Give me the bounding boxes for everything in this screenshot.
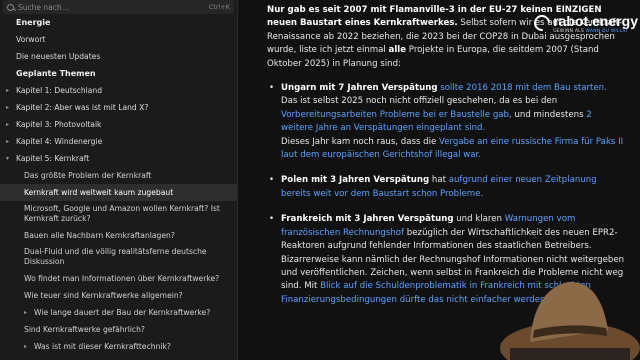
polen-heading: Polen mit 3 Jahren Verspätung <box>281 175 430 186</box>
polen-text: hat <box>429 175 449 186</box>
sidebar-item-wie-lange-dauert-der-bau-der-kernkraftwe[interactable]: ▸ Wie lange dauert der Bau der Kernkraftw… <box>0 304 237 321</box>
sidebar-item-das-größte-problem-der-kernkraft[interactable]: Das größte Problem der Kernkraft <box>0 167 237 184</box>
sidebar-item-label: Kapitel 5: Kernkraft <box>16 154 90 163</box>
ungarn-heading: Ungarn mit 7 Jahren Verspätung <box>281 83 438 94</box>
sidebar-item-sind-kernkraftwerke-gefährlich[interactable]: Sind Kernkraftwerke gefährlich? <box>0 321 237 338</box>
list-item-ungarn: Ungarn mit 7 Jahren Verspätung sollte 20… <box>267 82 626 162</box>
chevron-right-icon[interactable]: ▸ <box>6 87 16 94</box>
sidebar-item-kapitel-5-kernkraft[interactable]: ▾ Kapitel 5: Kernkraft <box>0 150 237 167</box>
sidebar-item-label: Wie teuer sind Kernkraftwerke allgemein? <box>24 291 183 300</box>
sidebar-item-kapitel-4-windenergie[interactable]: ▸ Kapitel 4: Windenergie <box>0 133 237 150</box>
sidebar-item-label: Das größte Problem der Kernkraft <box>24 171 152 180</box>
frankreich-text-1: und klaren <box>453 214 505 225</box>
intro-alle: alle <box>388 45 407 56</box>
sidebar: Suche nach... Ctrl+K Energie Vorwort Die n… <box>0 0 238 360</box>
sidebar-item-vorwort[interactable]: Vorwort <box>0 31 237 48</box>
sidebar-item-wie-teuer-sind-kernkraftwerke-allgemein[interactable]: Wie teuer sind Kernkraftwerke allgemein? <box>0 287 237 304</box>
search-icon <box>7 3 14 11</box>
sidebar-item-label: Wie lange dauert der Bau der Kernkraftwe… <box>34 308 211 317</box>
ungarn-text-2: und mindestens <box>511 109 587 120</box>
sidebar-item-label: Wo findet man Informationen über Kernkra… <box>24 274 220 283</box>
chevron-right-icon[interactable]: ▸ <box>24 309 34 316</box>
logo-tagline-a: GEWINN ALS <box>553 29 584 34</box>
sidebar-item-label: Kapitel 4: Windenergie <box>16 137 103 146</box>
logo-name: rabot.energy <box>553 13 638 29</box>
search-box[interactable]: Suche nach... Ctrl+K <box>3 0 234 14</box>
link-ungarn-baustart[interactable]: sollte 2016 2018 mit dem Bau starten. <box>437 83 607 93</box>
sidebar-item-kernkraft-wird-weltweit-kaum-zugebaut[interactable]: Kernkraft wird weltweit kaum zugebaut <box>0 184 237 201</box>
sidebar-item-label: Energie <box>16 18 51 27</box>
link-vorbereitungsarbeiten[interactable]: Vorbereitungsarbeiten Probleme bei er Ba… <box>281 110 512 120</box>
sidebar-item-bauen-alle-nachbarn-kernkraftanlagen[interactable]: Bauen alle Nachbarn Kernkraftanlagen? <box>0 227 237 244</box>
sidebar-item-label: Was ist mit dieser Kernkrafttechnik? <box>34 342 171 351</box>
sidebar-item-wo-findet-man-informationen-über-kernkra[interactable]: Wo findet man Informationen über Kernkra… <box>0 270 237 287</box>
sidebar-item-microsoft-google-und-amazon-wollen-kernk[interactable]: Microsoft, Google und Amazon wollen Kern… <box>0 201 237 227</box>
sidebar-item-kapitel-2-aber-was-ist-mit-land-x[interactable]: ▸ Kapitel 2: Aber was ist mit Land X? <box>0 99 237 116</box>
chevron-right-icon[interactable]: ▸ <box>24 343 34 350</box>
sidebar-item-label: Bauen alle Nachbarn Kernkraftanlagen? <box>24 231 175 240</box>
search-input[interactable]: Suche nach... <box>18 3 209 12</box>
sidebar-item-label: Dual-Fluid und die völlig realitätsferne… <box>24 247 207 266</box>
sidebar-nav: Energie Vorwort Die neuesten Updates Geplan… <box>0 14 237 355</box>
chevron-down-icon[interactable]: ▾ <box>6 155 16 162</box>
sidebar-item-dual-fluid-und-die-völlig-realitätsferne[interactable]: Dual-Fluid und die völlig realitätsferne… <box>0 244 237 270</box>
logo-mark-icon <box>530 11 554 35</box>
logo-tagline-b: WANN DU WILLST <box>585 29 629 34</box>
search-shortcut: Ctrl+K <box>208 3 230 11</box>
sidebar-item-label: Kapitel 1: Deutschland <box>16 86 103 95</box>
sidebar-item-label: Kernkraft wird weltweit kaum zugebaut <box>24 188 174 197</box>
person-shoulders <box>510 348 630 360</box>
list-item-polen: Polen mit 3 Jahren Verspätung hat aufgru… <box>267 174 626 201</box>
chevron-right-icon[interactable]: ▸ <box>6 121 16 128</box>
sidebar-item-kapitel-1-deutschland[interactable]: ▸ Kapitel 1: Deutschland <box>0 82 237 99</box>
sidebar-item-label: Kapitel 2: Aber was ist mit Land X? <box>16 103 149 112</box>
logo-tagline: GEWINN ALS WANN DU WILLST <box>553 29 638 34</box>
rabot-energy-logo: rabot.energy GEWINN ALS WANN DU WILLST <box>530 11 638 35</box>
ungarn-text-1: Das ist selbst 2025 noch nicht offiziell… <box>281 96 558 107</box>
sidebar-item-label: Sind Kernkraftwerke gefährlich? <box>24 325 145 334</box>
sidebar-item-die-neuesten-updates[interactable]: Die neuesten Updates <box>0 48 237 65</box>
presenter-webcam-overlay <box>500 281 640 360</box>
frankreich-heading: Frankreich mit 3 Jahren Verspätung <box>281 214 454 225</box>
chevron-right-icon[interactable]: ▸ <box>6 138 16 145</box>
sidebar-item-label: Die neuesten Updates <box>16 52 101 61</box>
sidebar-item-label: Vorwort <box>16 35 46 44</box>
sidebar-item-kapitel-3-photovoltaik[interactable]: ▸ Kapitel 3: Photovoltaik <box>0 116 237 133</box>
sidebar-item-label: Microsoft, Google und Amazon wollen Kern… <box>24 204 220 223</box>
sidebar-item-was-ist-mit-dieser-kernkrafttechnik[interactable]: ▸ Was ist mit dieser Kernkrafttechnik? <box>0 338 237 355</box>
sidebar-item-energie: Energie <box>0 14 237 31</box>
sidebar-item-label: Geplante Themen <box>16 69 96 78</box>
sidebar-item-geplante-themen: Geplante Themen <box>0 65 237 82</box>
ungarn-text-3: Dieses Jahr kam noch raus, dass die <box>281 136 440 147</box>
sidebar-item-label: Kapitel 3: Photovoltaik <box>16 120 102 129</box>
chevron-right-icon[interactable]: ▸ <box>6 104 16 111</box>
